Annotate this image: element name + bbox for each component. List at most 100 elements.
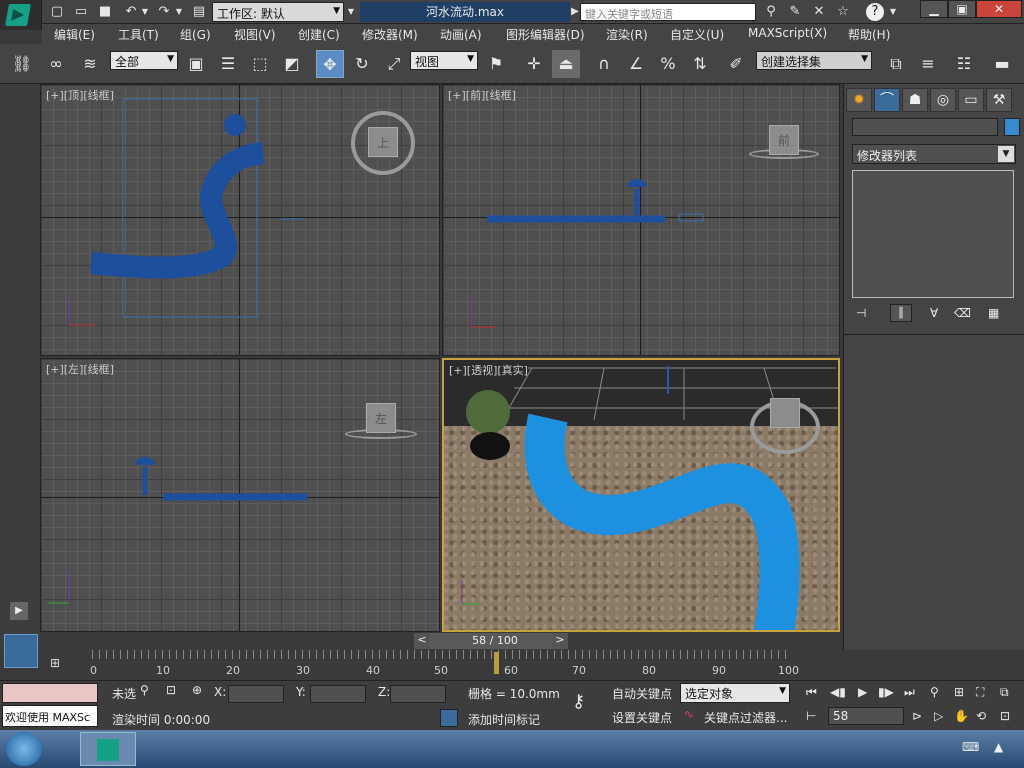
time-slider-thumb[interactable]: 58 / 100 [430, 633, 560, 649]
curve-editor-icon[interactable]: ⊞ [50, 656, 60, 670]
modify-tab-icon[interactable]: ⌒ [874, 88, 900, 112]
unlink-icon[interactable]: ∞ [42, 50, 70, 78]
configure-sets-icon[interactable]: ▦ [988, 306, 999, 320]
menu-edit[interactable]: 编辑(E) [54, 26, 95, 43]
communication-icon[interactable]: ✕ [810, 3, 828, 21]
maximize-button[interactable]: ▣ [948, 0, 976, 18]
lock-selection-icon[interactable]: ⊡ [166, 683, 176, 697]
region-zoom-icon[interactable]: ▷ [934, 709, 943, 723]
window-crossing-icon[interactable]: ◩ [278, 50, 306, 78]
next-key-icon[interactable]: ▮▶ [878, 685, 894, 699]
viewport-top[interactable]: [+][顶][线框] 上 [40, 84, 440, 356]
move-icon[interactable]: ✥ [316, 50, 344, 78]
goto-start-icon[interactable]: ⏮ [806, 685, 817, 700]
snaps-toggle-icon[interactable]: ∩ [590, 50, 618, 78]
spinner-snap-icon[interactable]: ⇅ [686, 50, 714, 78]
keyboard-shortcut-override-icon[interactable]: ⏏ [552, 50, 580, 78]
play-icon[interactable]: ▶ [858, 685, 867, 699]
goto-end-icon[interactable]: ⏭ [904, 685, 915, 700]
menu-animation[interactable]: 动画(A) [440, 26, 482, 43]
motion-tab-icon[interactable]: ◎ [930, 88, 956, 112]
app-logo[interactable] [0, 0, 42, 30]
river-wireframe-left[interactable] [41, 359, 440, 632]
modifier-list-select[interactable]: 修改器列表 ▼ [852, 144, 1016, 164]
open-file-icon[interactable]: ▭ [72, 3, 90, 21]
pin-stack-icon[interactable]: ⊣ [856, 306, 866, 320]
viewport-label[interactable]: [+][顶][线框] [46, 87, 114, 103]
orbit-icon[interactable]: ⟲ [976, 709, 986, 723]
zoom-extents-icon[interactable]: ⛶ [976, 685, 984, 700]
menu-maxscript[interactable]: MAXScript(X) [748, 26, 827, 40]
start-button[interactable] [6, 732, 42, 766]
minimize-button[interactable]: ▁ [920, 0, 948, 18]
key-filter-curve-icon[interactable]: ∿ [684, 707, 694, 721]
binoculars-icon[interactable]: ⚲ [762, 3, 780, 21]
qat-dropdown-icon[interactable]: ▼ [346, 3, 356, 21]
pivot-center-icon[interactable]: ⚑ [482, 50, 510, 78]
viewcube[interactable]: 上 [368, 127, 398, 157]
pan-hand-icon[interactable]: ✋ [954, 709, 969, 723]
z-coord-input[interactable] [390, 685, 446, 703]
reference-coord-select[interactable]: 视图 ▼ [410, 51, 478, 70]
favorites-star-icon[interactable]: ☆ [834, 3, 852, 21]
close-button[interactable]: ✕ [976, 0, 1022, 18]
viewport-label[interactable]: [+][前][线框] [448, 87, 516, 103]
viewport-label[interactable]: [+][左][线框] [46, 361, 114, 377]
display-tab-icon[interactable]: ▭ [958, 88, 984, 112]
key-filters-button[interactable]: 关键点过滤器... [704, 709, 787, 726]
make-unique-icon[interactable]: ∀ [930, 306, 938, 320]
workspace-select[interactable]: 工作区: 默认 ▼ [212, 2, 344, 22]
help-icon[interactable]: ? [866, 3, 884, 21]
viewport-perspective[interactable]: [+][透视][真实] [442, 358, 840, 632]
scale-icon[interactable]: ⤢ [380, 50, 408, 78]
object-color-swatch[interactable] [1004, 118, 1020, 136]
undo-dropdown-icon[interactable]: ▼ [140, 3, 150, 21]
menu-customize[interactable]: 自定义(U) [670, 26, 724, 43]
zoom-all-icon[interactable]: ⊞ [954, 685, 964, 699]
hierarchy-tab-icon[interactable]: ☗ [902, 88, 928, 112]
viewport-layout-icon[interactable] [4, 634, 38, 668]
new-file-icon[interactable]: ▢ [48, 3, 66, 21]
select-manipulate-icon[interactable]: ✛ [520, 50, 548, 78]
field-of-view-icon[interactable]: ⊳ [912, 709, 922, 723]
rotate-icon[interactable]: ↻ [348, 50, 376, 78]
menu-rendering[interactable]: 渲染(R) [606, 26, 648, 43]
selection-filter[interactable]: 全部 ▼ [110, 51, 178, 70]
maxscript-listener-color[interactable] [2, 683, 98, 703]
tray-arrow-icon[interactable]: ▲ [994, 740, 1003, 754]
prev-key-icon[interactable]: ◀▮ [830, 685, 846, 699]
utilities-tab-icon[interactable]: ⚒ [986, 88, 1012, 112]
viewport-front[interactable]: [+][前][线框] 前 [442, 84, 840, 356]
create-tab-icon[interactable]: ✹ [846, 88, 872, 112]
rectangle-selection-icon[interactable]: ⬚ [246, 50, 274, 78]
absolute-mode-icon[interactable]: ⊕ [192, 683, 202, 697]
zoom-extents-all-icon[interactable]: ⧉ [1000, 685, 1009, 700]
viewcube[interactable] [770, 398, 800, 428]
keyboard-icon[interactable]: ⌨ [962, 740, 979, 754]
show-end-result-icon[interactable]: ∥ [890, 304, 912, 322]
modifier-stack[interactable] [852, 170, 1014, 298]
menu-modifiers[interactable]: 修改器(M) [362, 26, 418, 43]
maximize-viewport-icon[interactable]: ⊡ [1000, 709, 1010, 723]
isolate-icon[interactable]: ⚲ [140, 683, 149, 697]
taskbar-3dsmax-button[interactable] [80, 732, 136, 766]
time-tag-icon[interactable] [440, 709, 458, 727]
menu-views[interactable]: 视图(V) [234, 26, 276, 43]
layer-manager-icon[interactable]: ☷ [950, 50, 978, 78]
key-icon[interactable]: ⚷ [572, 691, 585, 712]
x-coord-input[interactable] [228, 685, 284, 703]
prev-frame-button[interactable]: < [414, 633, 430, 649]
search-input[interactable]: 键入关键字或短语 [580, 3, 756, 21]
auto-key-button[interactable]: 自动关键点 [612, 685, 672, 702]
menu-create[interactable]: 创建(C) [298, 26, 340, 43]
undo-icon[interactable]: ↶ [122, 3, 140, 21]
align-icon[interactable]: ≡ [914, 50, 942, 78]
set-key-button[interactable]: 设置关键点 [612, 709, 672, 726]
redo-icon[interactable]: ↷ [155, 3, 173, 21]
track-bar[interactable]: ⊞ 0 10 20 30 40 50 60 70 80 90 100 [40, 650, 840, 680]
viewport-label[interactable]: [+][透视][真实] [449, 362, 528, 378]
angle-snap-icon[interactable]: ∠ [622, 50, 650, 78]
y-coord-input[interactable] [310, 685, 366, 703]
graphite-toolbar-icon[interactable]: ▬ [988, 50, 1016, 78]
help-dropdown-icon[interactable]: ▼ [888, 3, 898, 21]
